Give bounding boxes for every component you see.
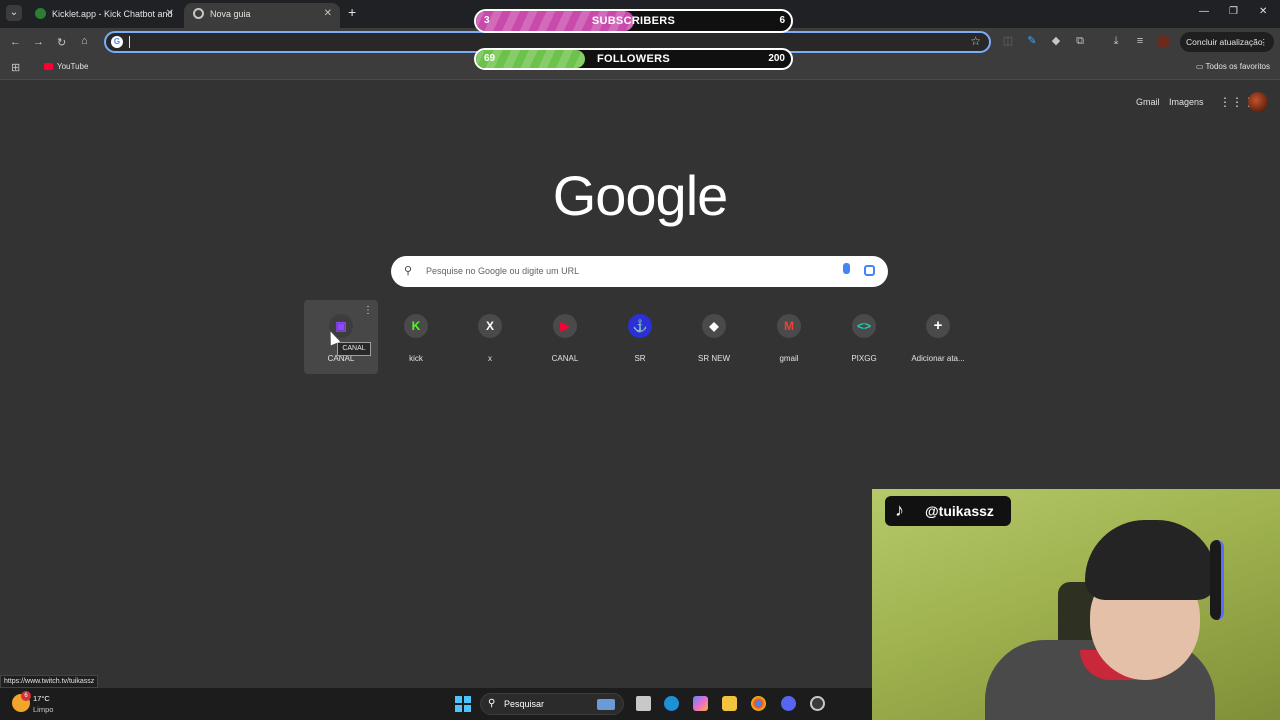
shortcut-label: x	[488, 354, 492, 363]
shortcut-more-icon[interactable]: ⋮	[363, 305, 373, 316]
account-avatar[interactable]	[1248, 92, 1268, 112]
bookmark-youtube[interactable]: YouTube	[44, 62, 88, 71]
shortcut-tooltip: CANAL	[337, 342, 371, 356]
sr-new-icon: ◆	[702, 314, 726, 338]
task-view-icon[interactable]	[636, 696, 651, 711]
google-lens-icon[interactable]	[864, 265, 875, 276]
profile-avatar[interactable]	[1157, 35, 1170, 48]
shortcut-sr-new[interactable]: ◆ SR NEW	[677, 300, 751, 374]
kicklet-favicon-icon	[35, 8, 46, 19]
sr-icon: ⚓	[628, 314, 652, 338]
gmail-link[interactable]: Gmail	[1136, 97, 1160, 107]
menu-kebab-icon: ⋮	[1259, 37, 1269, 47]
windows-start-icon[interactable]	[455, 696, 471, 712]
shortcut-add[interactable]: + Adicionar ata...	[901, 300, 975, 374]
tab-title: Kicklet.app - Kick Chatbot and	[52, 9, 173, 19]
taskbar-search[interactable]: ⚲ Pesquisar	[480, 693, 624, 715]
translate-extension-icon[interactable]: ✎	[1026, 35, 1038, 47]
shortcut-pixgg[interactable]: <> PIXGG	[827, 300, 901, 374]
weather-temperature[interactable]: 17°C	[33, 694, 50, 703]
images-link[interactable]: Imagens	[1169, 97, 1204, 107]
close-tab-icon[interactable]: ✕	[166, 3, 174, 25]
download-icon[interactable]: ⤓	[1110, 35, 1122, 47]
discord-icon[interactable]	[781, 696, 796, 711]
minimize-icon[interactable]: —	[1199, 6, 1209, 17]
edge-icon[interactable]	[664, 696, 679, 711]
text-caret	[129, 36, 130, 48]
search-placeholder: Pesquise no Google ou digite um URL	[426, 266, 580, 276]
update-button-label: Concluir atualização	[1186, 37, 1263, 47]
folder-icon: ▭	[1195, 62, 1206, 71]
apps-grid-icon[interactable]: ⊞	[11, 61, 20, 74]
extension-icon[interactable]: ◆	[1050, 35, 1062, 47]
search-icon: ⚲	[488, 698, 496, 709]
tab-new-tab[interactable]: Nova guia ✕	[184, 3, 340, 28]
weather-condition[interactable]: Limpo	[33, 705, 53, 714]
shortcut-kick[interactable]: K kick	[379, 300, 453, 374]
taskbar-search-label: Pesquisar	[504, 699, 545, 709]
google-icon: G	[111, 36, 123, 48]
extension-disabled-icon[interactable]: ◫	[1002, 35, 1014, 47]
shortcut-label: Adicionar ata...	[911, 354, 965, 363]
all-bookmarks-label: Todos os favoritos	[1205, 62, 1270, 71]
close-tab-icon[interactable]: ✕	[324, 3, 332, 25]
shortcut-label: kick	[409, 354, 423, 363]
subscribers-label: SUBSCRIBERS	[591, 15, 676, 27]
extensions-puzzle-icon[interactable]: ⧉	[1074, 35, 1086, 47]
shortcut-label: SR	[634, 354, 646, 363]
back-icon[interactable]: ←	[10, 36, 21, 48]
x-icon: X	[478, 314, 502, 338]
tiktok-icon: ♪	[895, 500, 904, 520]
weather-badge: 6	[21, 691, 31, 701]
app-icon[interactable]	[810, 696, 825, 711]
file-explorer-icon[interactable]	[722, 696, 737, 711]
subscribers-goal-bar: 3 SUBSCRIBERS 6	[474, 9, 793, 33]
youtube-icon: ▶	[553, 314, 577, 338]
shortcut-label: gmail	[779, 354, 799, 363]
tab-search-button[interactable]: ⌄	[6, 5, 22, 21]
pixgg-icon: <>	[852, 314, 876, 338]
screen: ⌄ Kicklet.app - Kick Chatbot and ✕ Nova …	[0, 0, 1280, 720]
media-control-icon[interactable]: ≡	[1134, 35, 1146, 47]
followers-goal-bar: 69 FOLLOWERS 200	[474, 48, 793, 70]
search-icon: ⚲	[404, 265, 413, 277]
kick-icon: K	[404, 314, 428, 338]
tab-kicklet[interactable]: Kicklet.app - Kick Chatbot and ✕	[26, 3, 182, 28]
shortcut-label: CANAL	[551, 354, 579, 363]
followers-goal: 200	[768, 53, 785, 64]
all-bookmarks-button[interactable]: ▭ Todos os favoritos	[1196, 62, 1270, 71]
close-window-icon[interactable]: ✕	[1259, 6, 1267, 17]
shortcut-canal-twitch[interactable]: ▣ CANAL ⋮	[304, 300, 378, 374]
shortcut-canal-youtube[interactable]: ▶ CANAL	[528, 300, 602, 374]
gmail-icon: M	[777, 314, 801, 338]
microphone-icon[interactable]	[843, 263, 850, 274]
shortcut-label: PIXGG	[851, 354, 877, 363]
chrome-favicon-icon	[193, 8, 204, 19]
home-icon[interactable]: ⌂	[81, 35, 88, 47]
google-logo: Google	[552, 164, 729, 227]
shortcut-gmail[interactable]: M gmail	[752, 300, 826, 374]
search-highlight-icon	[597, 699, 615, 710]
shortcut-sr[interactable]: ⚓ SR	[603, 300, 677, 374]
tiktok-handle: @tuikassz	[925, 503, 994, 519]
forward-icon[interactable]: →	[33, 36, 44, 48]
bookmark-star-icon[interactable]: ☆	[970, 34, 981, 48]
followers-label: FOLLOWERS	[597, 53, 670, 65]
tiktok-handle-badge: ♪ @tuikassz	[885, 496, 1011, 526]
copilot-icon[interactable]	[693, 696, 708, 711]
chrome-icon[interactable]	[751, 696, 766, 711]
new-tab-button[interactable]: +	[348, 4, 356, 20]
status-url: https://www.twitch.tv/tuikassz	[0, 675, 99, 688]
search-box[interactable]: ⚲ Pesquise no Google ou digite um URL	[391, 256, 888, 287]
plus-icon: +	[926, 314, 950, 338]
webcam-headset	[1210, 540, 1224, 620]
subscribers-goal: 6	[779, 15, 785, 26]
reload-icon[interactable]: ↻	[57, 36, 66, 49]
shortcut-x[interactable]: X x	[453, 300, 527, 374]
restore-icon[interactable]: ❐	[1229, 6, 1238, 17]
tab-title: Nova guia	[210, 9, 251, 19]
update-button[interactable]: Concluir atualização ⋮	[1180, 32, 1274, 52]
shortcut-label: SR NEW	[698, 354, 730, 363]
